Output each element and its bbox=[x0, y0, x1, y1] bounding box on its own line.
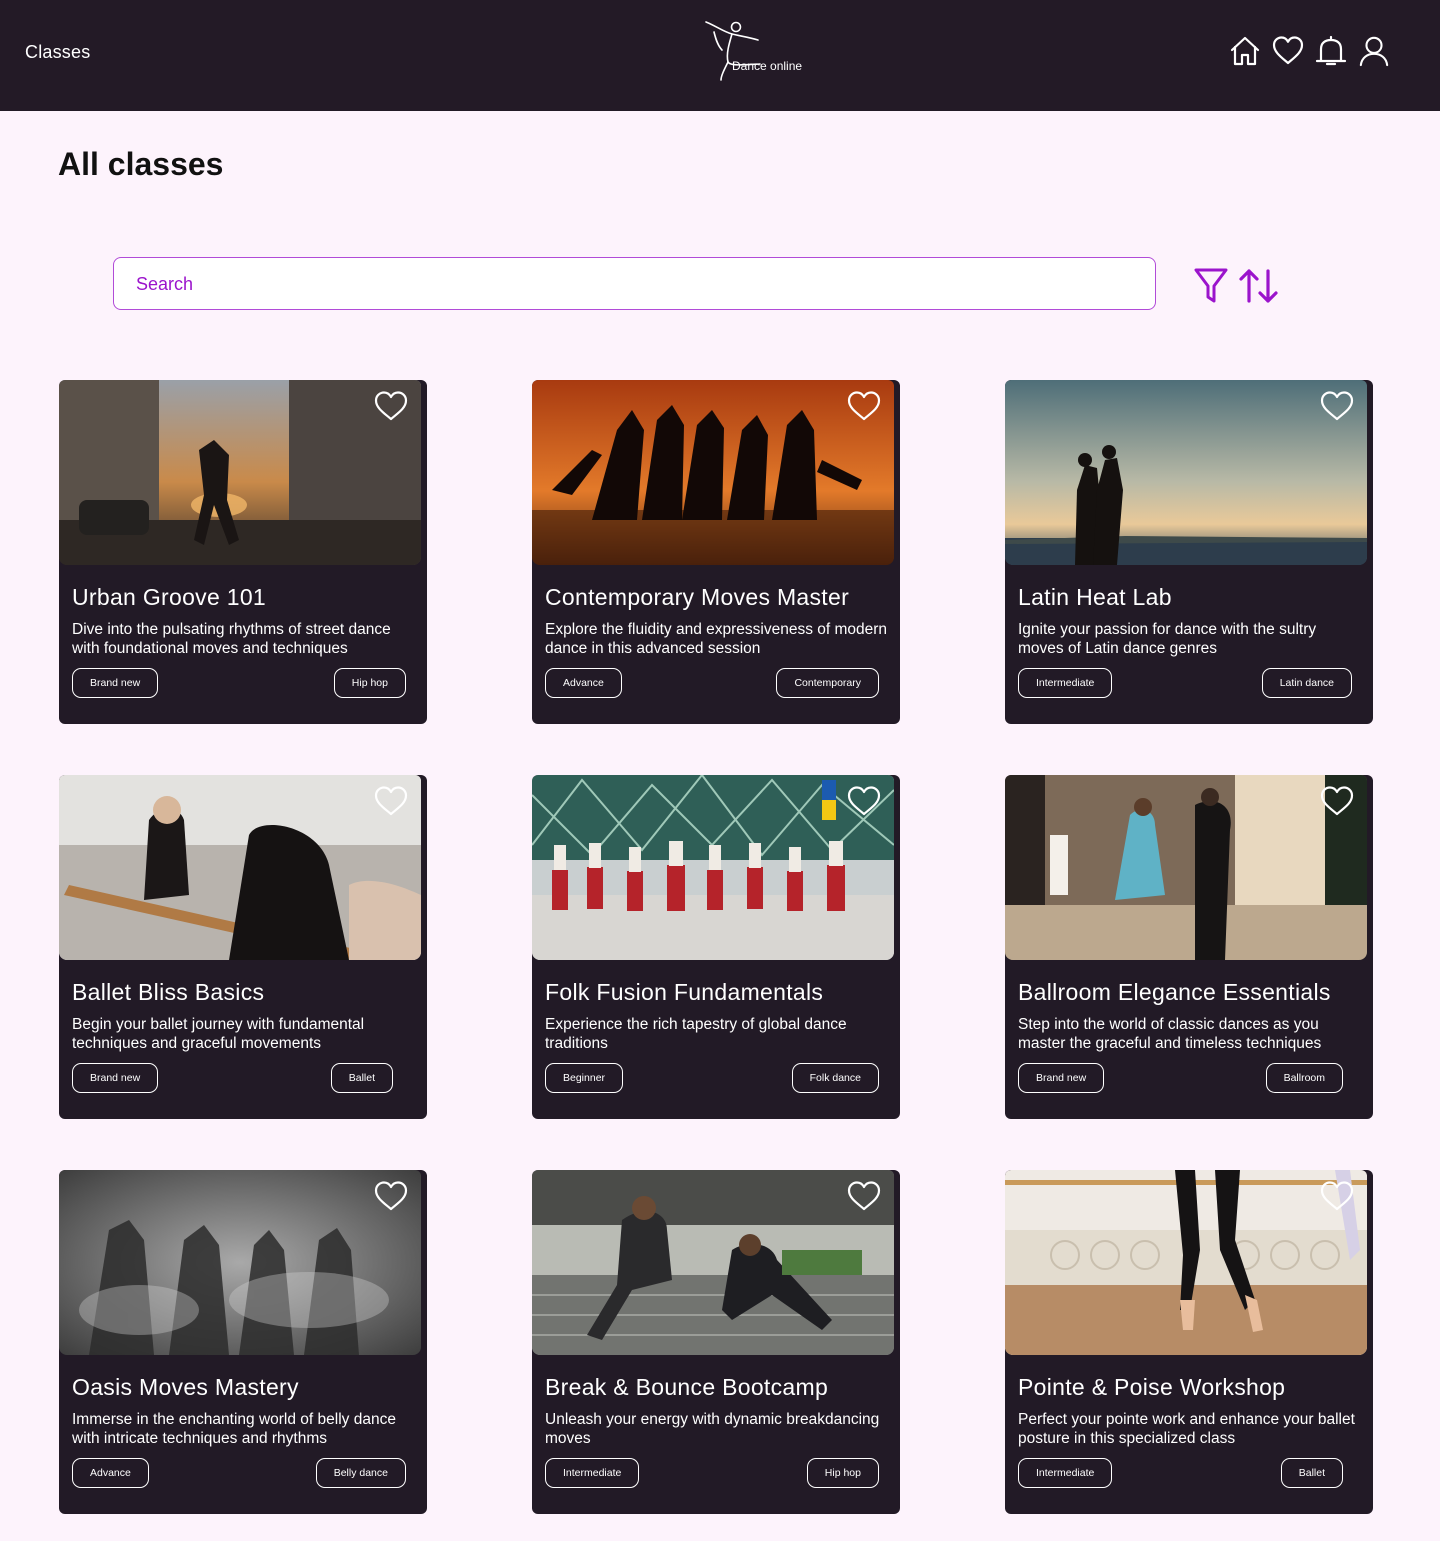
style-tag[interactable]: Hip hop bbox=[333, 668, 406, 698]
nav-title[interactable]: Classes bbox=[25, 42, 90, 63]
search-input[interactable] bbox=[134, 258, 1118, 310]
style-tag[interactable]: Ballet bbox=[1280, 1458, 1343, 1488]
level-tag[interactable]: Beginner bbox=[545, 1063, 624, 1093]
favorite-heart-icon[interactable] bbox=[847, 390, 881, 422]
favorite-heart-icon[interactable] bbox=[374, 390, 408, 422]
class-title: Pointe & Poise Workshop bbox=[1018, 1374, 1286, 1400]
class-image bbox=[59, 775, 421, 960]
favorite-heart-icon[interactable] bbox=[1320, 785, 1354, 817]
class-card[interactable]: Ballroom Elegance Essentials Step into t… bbox=[1005, 775, 1373, 1119]
class-image bbox=[532, 775, 894, 960]
bell-icon bbox=[1315, 35, 1347, 66]
class-description: Immerse in the enchanting world of belly… bbox=[72, 1411, 396, 1447]
class-description: Begin your ballet journey with fundament… bbox=[72, 1016, 365, 1052]
level-tag[interactable]: Intermediate bbox=[1018, 668, 1113, 698]
class-description: Ignite your passion for dance with the s… bbox=[1018, 621, 1317, 657]
class-image bbox=[532, 1170, 894, 1355]
notifications-button[interactable] bbox=[1315, 33, 1347, 69]
level-tag[interactable]: Brand new bbox=[72, 668, 159, 698]
class-title: Folk Fusion Fundamentals bbox=[545, 979, 824, 1005]
sort-icon bbox=[1239, 269, 1278, 303]
class-description: Experience the rich tapestry of global d… bbox=[545, 1016, 847, 1052]
favorite-heart-icon[interactable] bbox=[1320, 390, 1354, 422]
class-card[interactable]: Urban Groove 101 Dive into the pulsating… bbox=[59, 380, 427, 724]
class-card[interactable]: Contemporary Moves Master Explore the fl… bbox=[532, 380, 900, 724]
level-tag[interactable]: Intermediate bbox=[1018, 1458, 1113, 1488]
style-tag[interactable]: Ballroom bbox=[1265, 1063, 1343, 1093]
class-description: Dive into the pulsating rhythms of stree… bbox=[72, 621, 391, 657]
class-image bbox=[1005, 775, 1367, 960]
class-image bbox=[1005, 1170, 1367, 1355]
favorites-button[interactable] bbox=[1272, 33, 1304, 69]
class-description: Step into the world of classic dances as… bbox=[1018, 1016, 1322, 1052]
brand-name: Dance online bbox=[732, 59, 803, 73]
class-description: Unleash your energy with dynamic breakda… bbox=[545, 1411, 880, 1447]
class-card[interactable]: Break & Bounce Bootcamp Unleash your ene… bbox=[532, 1170, 900, 1514]
class-description: Perfect your pointe work and enhance you… bbox=[1018, 1411, 1355, 1447]
level-tag[interactable]: Advance bbox=[72, 1458, 149, 1488]
class-title: Urban Groove 101 bbox=[72, 584, 267, 610]
style-tag[interactable]: Ballet bbox=[330, 1063, 393, 1093]
class-card[interactable]: Oasis Moves Mastery Immerse in the encha… bbox=[59, 1170, 427, 1514]
filter-icon bbox=[1194, 268, 1228, 303]
class-image bbox=[1005, 380, 1367, 565]
class-description: Explore the fluidity and expressiveness … bbox=[545, 621, 888, 657]
class-image bbox=[59, 1170, 421, 1355]
style-tag[interactable]: Contemporary bbox=[776, 668, 879, 698]
filter-button[interactable] bbox=[1193, 266, 1231, 306]
class-title: Contemporary Moves Master bbox=[545, 584, 850, 610]
class-title: Latin Heat Lab bbox=[1018, 584, 1172, 610]
class-title: Oasis Moves Mastery bbox=[72, 1374, 299, 1400]
favorite-heart-icon[interactable] bbox=[374, 1180, 408, 1212]
header-actions bbox=[1229, 33, 1390, 69]
page-title: All classes bbox=[58, 146, 224, 182]
heart-icon bbox=[1272, 36, 1304, 65]
style-tag[interactable]: Folk dance bbox=[791, 1063, 879, 1093]
brand-logo[interactable]: Dance online bbox=[702, 18, 822, 84]
profile-button[interactable] bbox=[1358, 33, 1390, 69]
sort-button[interactable] bbox=[1238, 266, 1278, 306]
home-icon bbox=[1230, 36, 1260, 66]
favorite-heart-icon[interactable] bbox=[1320, 1180, 1354, 1212]
style-tag[interactable]: Hip hop bbox=[806, 1458, 879, 1488]
style-tag[interactable]: Belly dance bbox=[315, 1458, 406, 1488]
favorite-heart-icon[interactable] bbox=[847, 1180, 881, 1212]
favorite-heart-icon[interactable] bbox=[374, 785, 408, 817]
level-tag[interactable]: Intermediate bbox=[545, 1458, 640, 1488]
home-button[interactable] bbox=[1229, 33, 1261, 69]
class-card[interactable]: Folk Fusion Fundamentals Experience the … bbox=[532, 775, 900, 1119]
favorite-heart-icon[interactable] bbox=[847, 785, 881, 817]
class-title: Ballroom Elegance Essentials bbox=[1018, 979, 1331, 1005]
level-tag[interactable]: Brand new bbox=[1018, 1063, 1105, 1093]
top-navigation-bar: Classes Dance online bbox=[0, 0, 1440, 111]
user-icon bbox=[1359, 36, 1389, 67]
search-box bbox=[113, 257, 1156, 310]
class-card[interactable]: Pointe & Poise Workshop Perfect your poi… bbox=[1005, 1170, 1373, 1514]
class-title: Break & Bounce Bootcamp bbox=[545, 1374, 829, 1400]
level-tag[interactable]: Brand new bbox=[72, 1063, 159, 1093]
class-card[interactable]: Latin Heat Lab Ignite your passion for d… bbox=[1005, 380, 1373, 724]
class-card[interactable]: Ballet Bliss Basics Begin your ballet jo… bbox=[59, 775, 427, 1119]
class-title: Ballet Bliss Basics bbox=[72, 979, 265, 1005]
style-tag[interactable]: Latin dance bbox=[1261, 668, 1352, 698]
class-image bbox=[59, 380, 421, 565]
level-tag[interactable]: Advance bbox=[545, 668, 622, 698]
class-image bbox=[532, 380, 894, 565]
